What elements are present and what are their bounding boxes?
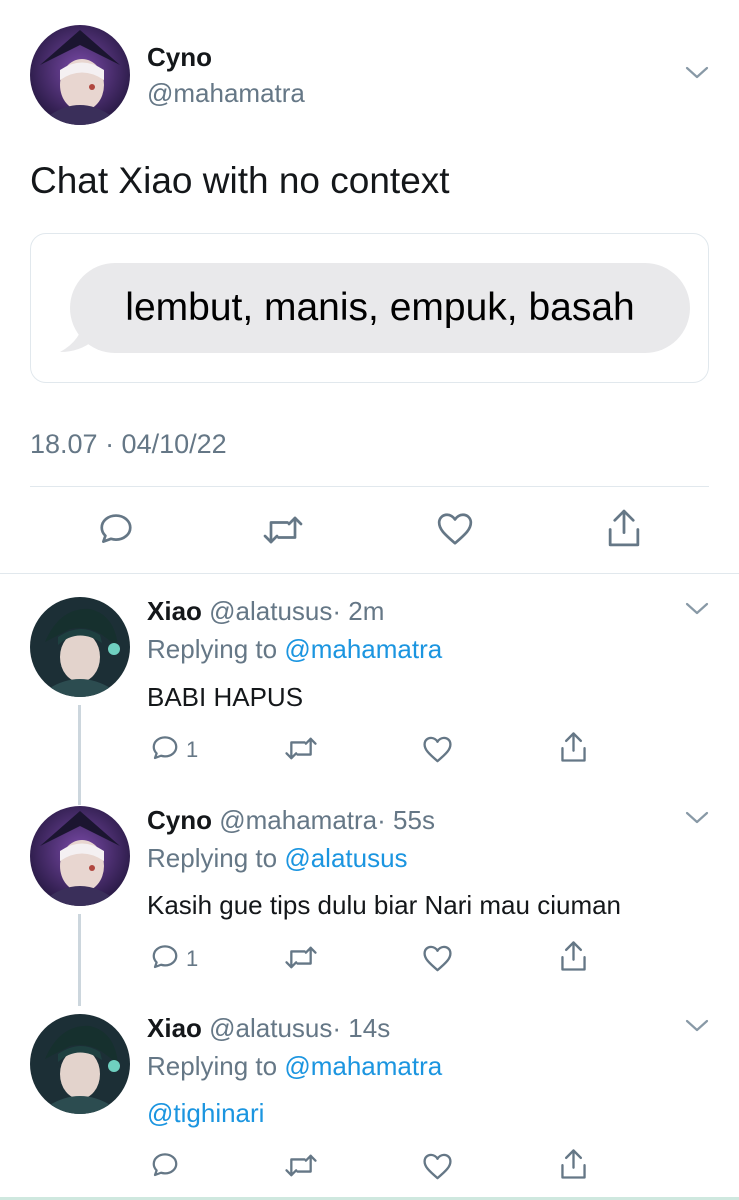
reply-icon[interactable] <box>150 1150 180 1180</box>
display-name[interactable]: Cyno <box>147 805 212 835</box>
reply-icon[interactable] <box>150 942 180 972</box>
thread-line <box>78 914 81 1006</box>
share-icon[interactable] <box>560 1148 587 1180</box>
display-name[interactable]: Cyno <box>147 42 212 73</box>
retweet-icon[interactable] <box>284 943 318 972</box>
like-icon[interactable] <box>422 1152 453 1181</box>
handle[interactable]: @mahamatra <box>219 805 377 835</box>
reply-icon[interactable] <box>150 733 180 763</box>
handle[interactable]: @mahamatra <box>147 78 305 109</box>
retweet-icon[interactable] <box>284 734 318 763</box>
reply-header: Xiao @alatusus· 2m <box>147 596 384 627</box>
share-icon[interactable] <box>607 508 641 548</box>
avatar-xiao[interactable] <box>30 1014 130 1114</box>
thread-line <box>78 705 81 805</box>
mention-link[interactable]: @tighinari <box>147 1098 264 1129</box>
like-icon[interactable] <box>436 511 474 547</box>
chevron-down-icon[interactable] <box>684 600 710 618</box>
display-name[interactable]: Xiao <box>147 596 202 626</box>
timestamp[interactable]: 18.07 · 04/10/22 <box>30 429 227 460</box>
reply-header: Xiao @alatusus· 14s <box>147 1013 390 1044</box>
reply-header: Cyno @mahamatra· 55s <box>147 805 435 836</box>
reply-time[interactable]: · 14s <box>332 1013 390 1043</box>
reply-icon[interactable] <box>97 510 135 548</box>
share-icon[interactable] <box>560 940 587 972</box>
retweet-icon[interactable] <box>284 1151 318 1180</box>
reply-time[interactable]: · 55s <box>377 805 435 835</box>
replying-prefix: Replying to <box>147 843 278 873</box>
retweet-icon[interactable] <box>262 512 304 548</box>
bubble-text: lembut, manis, empuk, basah <box>125 286 635 329</box>
reply-text: BABI HAPUS <box>147 682 304 712</box>
chevron-down-icon[interactable] <box>684 1017 710 1035</box>
replying-to-link[interactable]: @mahamatra <box>284 634 442 664</box>
avatar-cyno[interactable] <box>30 806 130 906</box>
reply-text: Kasih gue tips dulu biar Nari mau ciuman <box>147 890 622 920</box>
replying-prefix: Replying to <box>147 1051 278 1081</box>
divider <box>0 573 739 574</box>
reply-time[interactable]: · 2m <box>332 596 384 626</box>
replying-to: Replying to @mahamatra <box>147 1051 442 1082</box>
avatar-cyno[interactable] <box>30 25 130 125</box>
chevron-down-icon[interactable] <box>684 64 710 82</box>
replying-to-link[interactable]: @alatusus <box>284 843 407 873</box>
replying-to: Replying to @alatusus <box>147 843 408 874</box>
replying-prefix: Replying to <box>147 634 278 664</box>
like-icon[interactable] <box>422 944 453 973</box>
like-icon[interactable] <box>422 735 453 764</box>
chevron-down-icon[interactable] <box>684 809 710 827</box>
replying-to: Replying to @mahamatra <box>147 634 442 665</box>
reply-count: 1 <box>186 737 199 762</box>
share-icon[interactable] <box>560 731 587 763</box>
reply-count: 1 <box>186 946 199 971</box>
handle[interactable]: @alatusus <box>209 596 332 626</box>
avatar-xiao[interactable] <box>30 597 130 697</box>
handle[interactable]: @alatusus <box>209 1013 332 1043</box>
tweet-text: Chat Xiao with no context <box>30 160 450 201</box>
message-bubble: lembut, manis, empuk, basah <box>70 263 690 353</box>
display-name[interactable]: Xiao <box>147 1013 202 1043</box>
replying-to-link[interactable]: @mahamatra <box>284 1051 442 1081</box>
divider <box>30 486 709 487</box>
